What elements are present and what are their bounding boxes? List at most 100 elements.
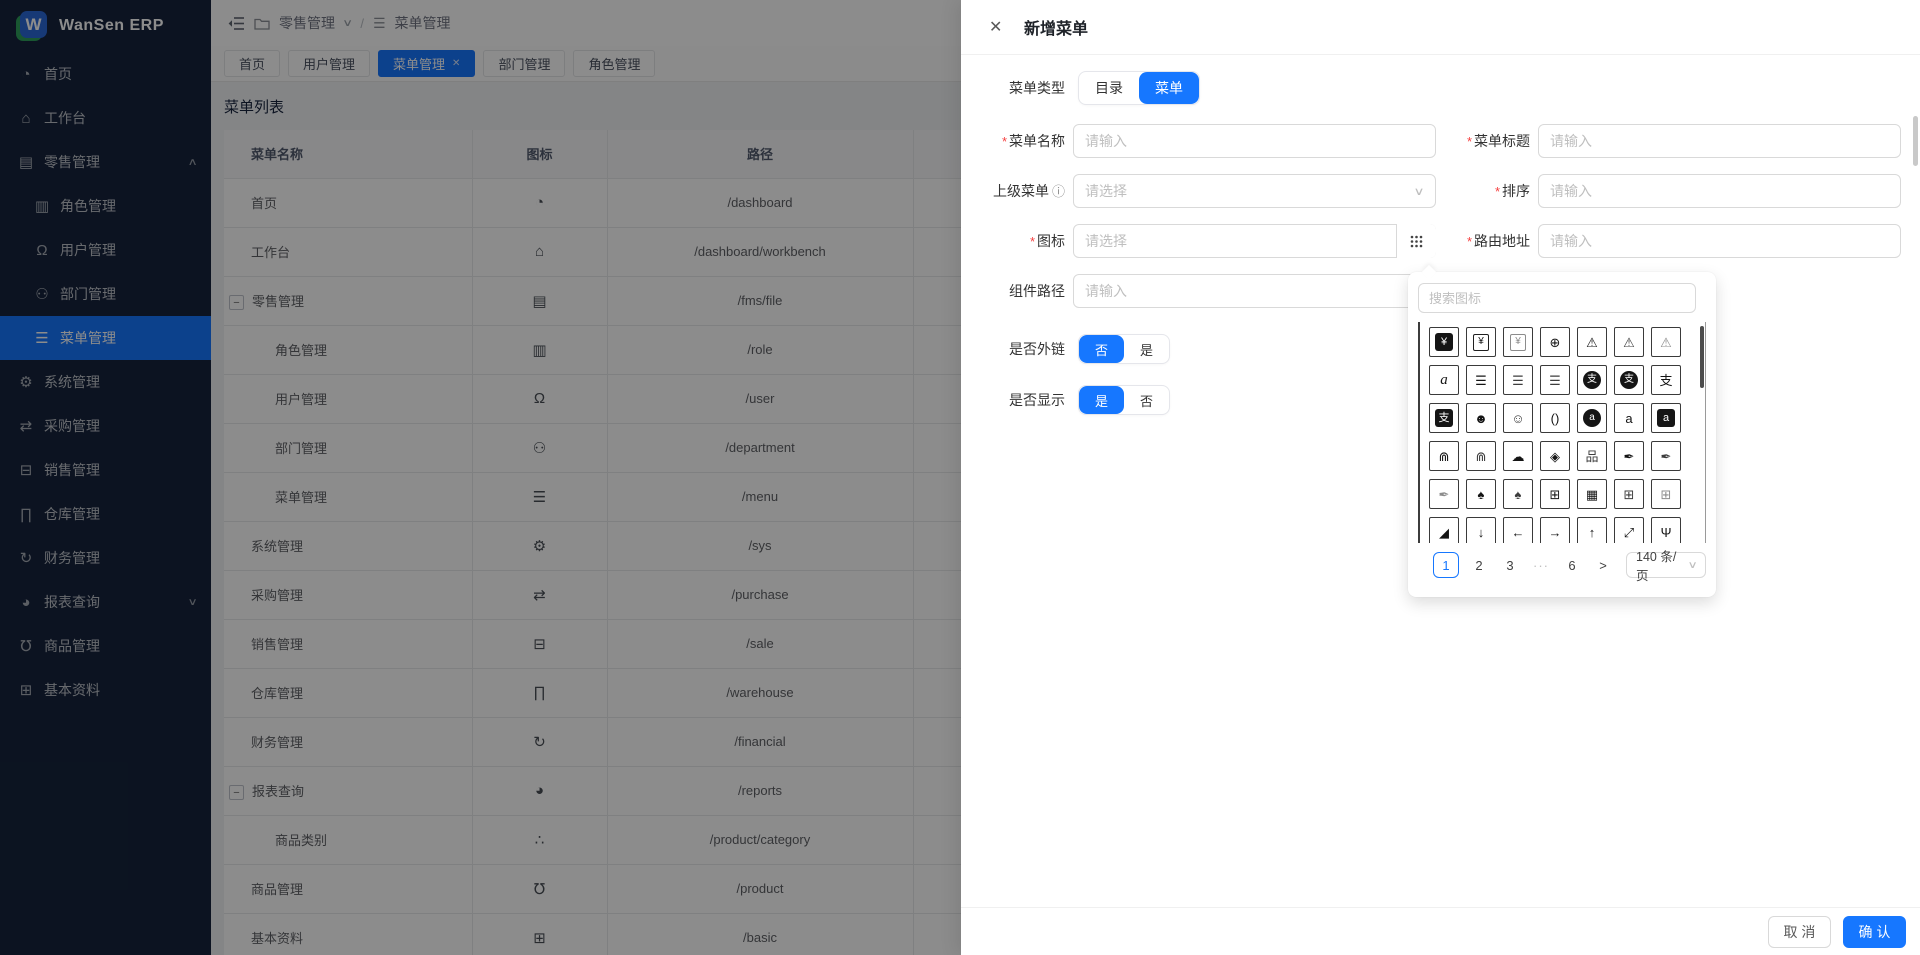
- icon-grid-scrollbar[interactable]: [1700, 326, 1704, 388]
- alibaba-icon: a: [1440, 373, 1448, 388]
- icon-option-arrow-down[interactable]: ↓: [1466, 517, 1496, 543]
- icon-option-amazon[interactable]: a: [1614, 403, 1644, 433]
- icon-option-audio[interactable]: Ψ: [1651, 517, 1681, 543]
- icon-option-account-book-filled[interactable]: ¥: [1429, 327, 1459, 357]
- icon-option-align-right[interactable]: ☰: [1540, 365, 1570, 395]
- icon-option-aliwangwang[interactable]: ☺: [1503, 403, 1533, 433]
- icon-option-alipay-square-filled[interactable]: 支: [1429, 403, 1459, 433]
- appstore-add-icon: ⊞: [1550, 488, 1561, 501]
- menu-type-label: 菜单类型: [961, 78, 1073, 98]
- amazon-circle-filled-icon: a: [1583, 409, 1601, 427]
- menu-title-input[interactable]: [1538, 124, 1901, 158]
- aliwangwang-filled-icon: ☻: [1474, 412, 1488, 425]
- ant-design-icon: ◈: [1550, 450, 1560, 463]
- icon-option-arrow-right[interactable]: →: [1540, 517, 1570, 543]
- icon-option-apple-filled[interactable]: ♠: [1466, 479, 1496, 509]
- icon-picker-popup: ¥¥¥⊕⚠⚠⚠a☰☰☰支支支支☻☺()aaa⋒⋒☁◈品✒✒✒♠♠⊞▦⊞⊞◢↓←→…: [1408, 272, 1716, 597]
- icon-option-appstore[interactable]: ⊞: [1614, 479, 1644, 509]
- icon-picker-button[interactable]: [1396, 224, 1436, 258]
- page-size-select[interactable]: 140 条/页 ∨: [1626, 552, 1706, 578]
- icon-search-input[interactable]: [1418, 283, 1696, 313]
- icon-option-account-book[interactable]: ¥: [1466, 327, 1496, 357]
- icon-pagination: 123 ··· 6 > 140 条/页 ∨: [1418, 552, 1706, 578]
- icon-option-area-chart[interactable]: ◢: [1429, 517, 1459, 543]
- icon-option-appstore-twotone[interactable]: ⊞: [1651, 479, 1681, 509]
- icon-option-apartment[interactable]: 品: [1577, 441, 1607, 471]
- route-label: *路由地址: [1436, 231, 1538, 251]
- cancel-button[interactable]: 取 消: [1768, 916, 1831, 948]
- icon-option-alipay-circle-filled[interactable]: 支: [1577, 365, 1607, 395]
- sort-label: *排序: [1436, 181, 1538, 201]
- parent-menu-select[interactable]: 请选择 ∨: [1073, 174, 1436, 208]
- visible-no[interactable]: 否: [1124, 386, 1169, 414]
- icon-option-align-center[interactable]: ☰: [1466, 365, 1496, 395]
- route-input[interactable]: [1538, 224, 1901, 258]
- icon-option-align-left[interactable]: ☰: [1503, 365, 1533, 395]
- menu-name-input[interactable]: [1073, 124, 1436, 158]
- menu-type-option-menu[interactable]: 菜单: [1139, 72, 1199, 104]
- align-right-icon: ☰: [1549, 374, 1561, 387]
- icon-option-api-filled[interactable]: ✒: [1614, 441, 1644, 471]
- visible-yes[interactable]: 是: [1079, 386, 1124, 414]
- icon-option-alert[interactable]: ⚠: [1614, 327, 1644, 357]
- confirm-button[interactable]: 确 认: [1843, 916, 1906, 948]
- drawer-header: ✕ 新增菜单: [961, 0, 1920, 55]
- aliwangwang-icon: ☺: [1511, 412, 1524, 425]
- icon-input[interactable]: [1073, 224, 1436, 258]
- page-3[interactable]: 3: [1499, 552, 1521, 578]
- external-link-toggle: 否 是: [1078, 334, 1170, 364]
- icon-option-account-book-twotone[interactable]: ¥: [1503, 327, 1533, 357]
- next-page-button[interactable]: >: [1592, 552, 1614, 578]
- external-link-no[interactable]: 否: [1079, 335, 1124, 363]
- page-1[interactable]: 1: [1433, 552, 1459, 578]
- icon-option-api[interactable]: ✒: [1651, 441, 1681, 471]
- icon-option-appstore-filled[interactable]: ▦: [1577, 479, 1607, 509]
- icon-option-alert-filled[interactable]: ⚠: [1577, 327, 1607, 357]
- visible-label: 是否显示: [961, 390, 1073, 410]
- drawer-scrollbar[interactable]: [1913, 116, 1918, 166]
- icon-option-arrows-alt[interactable]: ⤢: [1614, 517, 1644, 543]
- amazon-square-filled-icon: a: [1657, 409, 1675, 427]
- drawer-footer: 取 消 确 认: [961, 907, 1920, 955]
- icon-option-arrow-up[interactable]: ↑: [1577, 517, 1607, 543]
- icon-option-aliyun[interactable]: (): [1540, 403, 1570, 433]
- appstore-icon: ⊞: [1624, 488, 1635, 501]
- icon-option-amazon-circle-filled[interactable]: a: [1577, 403, 1607, 433]
- external-link-label: 是否外链: [961, 339, 1073, 359]
- icon-option-alert-twotone[interactable]: ⚠: [1651, 327, 1681, 357]
- icon-option-appstore-add[interactable]: ⊞: [1540, 479, 1570, 509]
- arrow-right-icon: →: [1549, 526, 1562, 539]
- icon-option-apple[interactable]: ♠: [1503, 479, 1533, 509]
- icon-option-android-filled[interactable]: ⋒: [1429, 441, 1459, 471]
- align-left-icon: ☰: [1512, 374, 1524, 387]
- api-icon: ✒: [1661, 450, 1672, 463]
- component-path-input[interactable]: [1073, 274, 1436, 308]
- external-link-yes[interactable]: 是: [1124, 335, 1169, 363]
- icon-option-ant-design[interactable]: ◈: [1540, 441, 1570, 471]
- icon-option-aim[interactable]: ⊕: [1540, 327, 1570, 357]
- account-book-twotone-icon: ¥: [1510, 334, 1526, 351]
- alert-filled-icon: ⚠: [1586, 336, 1598, 349]
- alipay-circle-icon: 支: [1620, 371, 1638, 389]
- icon-option-amazon-square-filled[interactable]: a: [1651, 403, 1681, 433]
- icon-option-android[interactable]: ⋒: [1466, 441, 1496, 471]
- aliyun-icon: (): [1551, 412, 1560, 425]
- icon-option-alipay[interactable]: 支: [1651, 365, 1681, 395]
- apartment-icon: 品: [1585, 450, 1598, 463]
- page-2[interactable]: 2: [1468, 552, 1490, 578]
- sort-input[interactable]: [1538, 174, 1901, 208]
- icon-option-api-twotone[interactable]: ✒: [1429, 479, 1459, 509]
- page-ellipsis: ···: [1530, 552, 1552, 578]
- icon-option-ant-cloud[interactable]: ☁: [1503, 441, 1533, 471]
- close-icon[interactable]: ✕: [989, 17, 1011, 37]
- icon-option-alipay-circle[interactable]: 支: [1614, 365, 1644, 395]
- alipay-icon: 支: [1659, 374, 1672, 387]
- icon-option-aliwangwang-filled[interactable]: ☻: [1466, 403, 1496, 433]
- menu-type-option-dir[interactable]: 目录: [1079, 72, 1139, 104]
- page-6[interactable]: 6: [1561, 552, 1583, 578]
- icon-option-arrow-left[interactable]: ←: [1503, 517, 1533, 543]
- drawer-body: 菜单类型 目录 菜单 *菜单名称 *菜单标题 上级菜单ⓘ 请选择 ∨ *排序 *…: [961, 55, 1920, 907]
- icon-option-alibaba[interactable]: a: [1429, 365, 1459, 395]
- appstore-twotone-icon: ⊞: [1661, 488, 1672, 501]
- drawer-title: 新增菜单: [1024, 15, 1088, 39]
